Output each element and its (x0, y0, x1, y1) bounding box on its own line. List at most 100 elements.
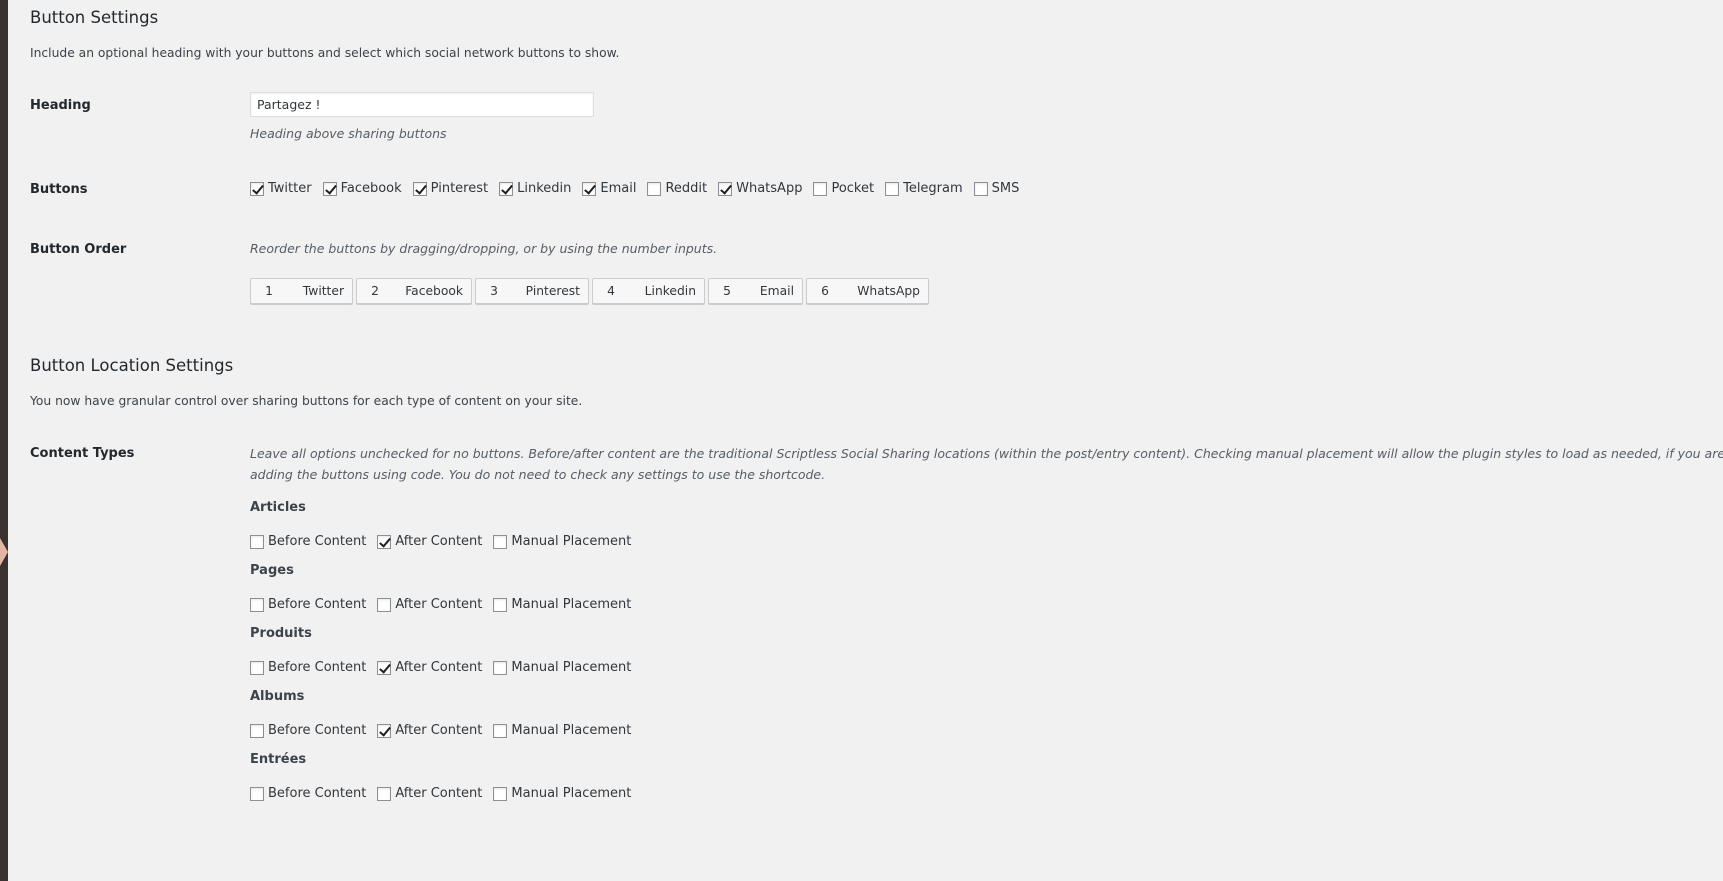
content-type-pages: Pages Before Content After Content Manual P… (250, 563, 1723, 612)
checkbox-checked-icon[interactable] (582, 181, 597, 196)
checkbox-unchecked-icon[interactable] (493, 723, 508, 738)
collapse-arrow-icon[interactable] (0, 538, 8, 566)
checkbox-label: Manual Placement (511, 660, 632, 675)
order-item-pinterest[interactable]: 3 Pinterest (475, 278, 589, 304)
button-checkbox-whatsapp[interactable]: WhatsApp (718, 181, 802, 196)
button-order-list: 1 Twitter 2 Facebook 3 Pinterest 4 Linkedin 5 Ema… (250, 278, 929, 304)
content-type-heading: Articles (250, 500, 306, 515)
content-type-entr-es: Entrées Before Content After Content Manual… (250, 752, 1723, 801)
order-item-whatsapp[interactable]: 6 WhatsApp (806, 278, 929, 304)
checkbox-label: Pocket (831, 181, 875, 196)
checkbox-unchecked-icon[interactable] (493, 597, 508, 612)
checkbox-label: Manual Placement (511, 534, 632, 549)
button-checkbox-facebook[interactable]: Facebook (322, 181, 402, 196)
order-number[interactable]: 4 (593, 284, 629, 298)
checkbox-label: Before Content (268, 597, 367, 612)
checkbox-unchecked-icon[interactable] (973, 181, 988, 196)
order-number[interactable]: 3 (476, 284, 512, 298)
checkbox-unchecked-icon[interactable] (647, 181, 662, 196)
checkbox-label: Manual Placement (511, 786, 632, 801)
checkbox-checked-icon[interactable] (322, 181, 337, 196)
location-checkbox-manual-placement[interactable]: Manual Placement (493, 786, 631, 801)
button-checkbox-linkedin[interactable]: Linkedin (499, 181, 571, 196)
checkbox-unchecked-icon[interactable] (885, 181, 900, 196)
checkbox-unchecked-icon[interactable] (250, 723, 264, 738)
button-checkbox-reddit[interactable]: Reddit (647, 181, 707, 196)
button-checkbox-twitter[interactable]: Twitter (250, 181, 312, 196)
order-item-linkedin[interactable]: 4 Linkedin (592, 278, 705, 304)
checkbox-unchecked-icon[interactable] (250, 597, 264, 612)
checkbox-unchecked-icon[interactable] (813, 181, 828, 196)
location-checkbox-after-content[interactable]: After Content (377, 786, 482, 801)
order-name: Linkedin (644, 284, 696, 298)
location-checkbox-after-content[interactable]: After Content (377, 660, 482, 675)
button-order-hint: Reorder the buttons by dragging/dropping… (250, 241, 718, 256)
checkbox-label: Twitter (268, 181, 312, 196)
location-checkbox-after-content[interactable]: After Content (377, 534, 482, 549)
location-settings-title: Button Location Settings (30, 356, 234, 375)
checkbox-label: Linkedin (517, 181, 572, 196)
button-checkbox-pocket[interactable]: Pocket (813, 181, 874, 196)
order-item-facebook[interactable]: 2 Facebook (356, 278, 472, 304)
checkbox-label: After Content (395, 534, 483, 549)
button-checkbox-pinterest[interactable]: Pinterest (412, 181, 488, 196)
location-checkbox-before-content[interactable]: Before Content (250, 786, 366, 801)
button-checkbox-sms[interactable]: SMS (973, 181, 1019, 196)
content-types-list: Articles Before Content After Content Manua… (250, 500, 1723, 801)
buttons-label: Buttons (30, 182, 88, 197)
checkbox-checked-icon[interactable] (499, 181, 514, 196)
checkbox-checked-icon[interactable] (718, 181, 733, 196)
heading-hint: Heading above sharing buttons (250, 126, 447, 141)
content-type-options: Before Content After Content Manual Placem… (250, 786, 1723, 801)
order-name: Pinterest (525, 284, 580, 298)
checkbox-label: Manual Placement (511, 597, 632, 612)
order-number[interactable]: 6 (807, 284, 843, 298)
location-settings-description: You now have granular control over shari… (30, 394, 583, 408)
location-checkbox-before-content[interactable]: Before Content (250, 597, 366, 612)
content-type-articles: Articles Before Content After Content Manua… (250, 500, 1723, 549)
location-checkbox-after-content[interactable]: After Content (377, 597, 482, 612)
button-settings-title: Button Settings (30, 8, 159, 27)
checkbox-unchecked-icon[interactable] (250, 534, 264, 549)
button-checkbox-telegram[interactable]: Telegram (885, 181, 963, 196)
order-number[interactable]: 2 (357, 284, 393, 298)
heading-input[interactable] (250, 92, 594, 117)
order-number[interactable]: 1 (251, 284, 287, 298)
location-checkbox-manual-placement[interactable]: Manual Placement (493, 534, 631, 549)
checkbox-unchecked-icon[interactable] (493, 660, 508, 675)
location-checkbox-before-content[interactable]: Before Content (250, 723, 366, 738)
checkbox-label: Before Content (268, 660, 367, 675)
checkbox-checked-icon[interactable] (377, 723, 392, 738)
location-checkbox-after-content[interactable]: After Content (377, 723, 482, 738)
order-item-twitter[interactable]: 1 Twitter (250, 278, 353, 304)
location-checkbox-manual-placement[interactable]: Manual Placement (493, 723, 631, 738)
checkbox-unchecked-icon[interactable] (377, 786, 392, 801)
checkbox-checked-icon[interactable] (250, 181, 264, 196)
checkbox-unchecked-icon[interactable] (493, 786, 508, 801)
checkbox-unchecked-icon[interactable] (250, 786, 264, 801)
checkbox-label: After Content (395, 597, 483, 612)
checkbox-label: After Content (395, 723, 483, 738)
checkbox-label: Telegram (903, 181, 963, 196)
location-checkbox-manual-placement[interactable]: Manual Placement (493, 597, 631, 612)
order-name: Email (759, 284, 794, 298)
content-type-options: Before Content After Content Manual Placem… (250, 597, 1723, 612)
location-checkbox-before-content[interactable]: Before Content (250, 534, 366, 549)
content-type-heading: Albums (250, 689, 305, 704)
checkbox-unchecked-icon[interactable] (250, 660, 264, 675)
content-type-heading: Pages (250, 563, 294, 578)
checkbox-label: WhatsApp (736, 181, 803, 196)
button-checkbox-email[interactable]: Email (582, 181, 636, 196)
order-item-email[interactable]: 5 Email (708, 278, 803, 304)
location-checkbox-manual-placement[interactable]: Manual Placement (493, 660, 631, 675)
checkbox-unchecked-icon[interactable] (377, 597, 392, 612)
checkbox-checked-icon[interactable] (377, 534, 392, 549)
checkbox-checked-icon[interactable] (377, 660, 392, 675)
checkbox-label: Email (600, 181, 637, 196)
checkbox-unchecked-icon[interactable] (493, 534, 508, 549)
checkbox-label: Before Content (268, 534, 367, 549)
order-number[interactable]: 5 (709, 284, 745, 298)
location-checkbox-before-content[interactable]: Before Content (250, 660, 366, 675)
admin-sidebar-edge (0, 0, 8, 881)
checkbox-checked-icon[interactable] (412, 181, 427, 196)
